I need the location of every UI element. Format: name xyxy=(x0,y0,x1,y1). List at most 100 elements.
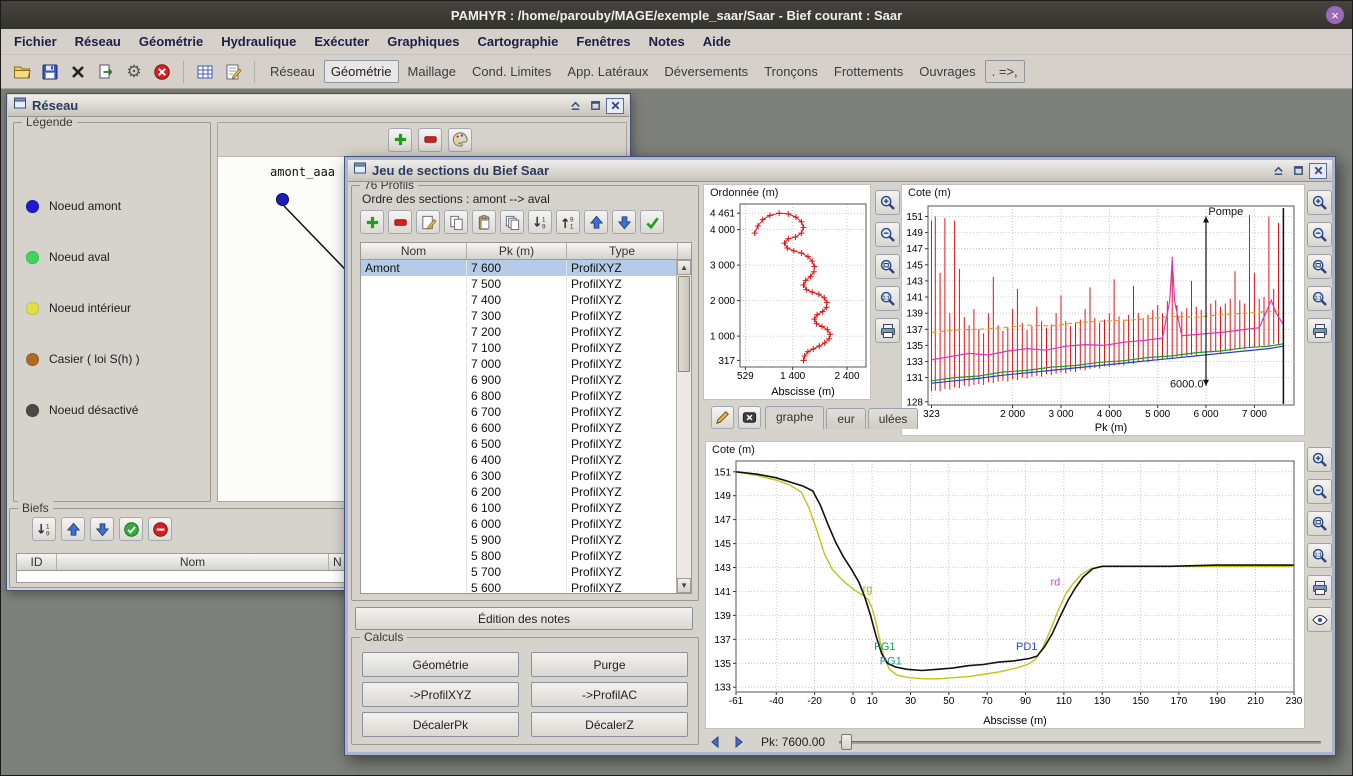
reseau-shade-button[interactable] xyxy=(566,98,584,114)
pk-slider-handle[interactable] xyxy=(841,734,852,750)
menu-hydraulique[interactable]: Hydraulique xyxy=(212,31,305,52)
calc-decalerpk-button[interactable]: DécalerPk xyxy=(362,712,519,737)
print-icon[interactable] xyxy=(1307,575,1332,600)
scrollbar-thumb[interactable] xyxy=(678,276,690,372)
add-icon[interactable] xyxy=(388,128,412,152)
biefs-column-id[interactable]: ID xyxy=(17,554,57,570)
table-row[interactable]: 7 200ProfilXYZ xyxy=(361,324,676,340)
toolbar-reseau-button[interactable]: Réseau xyxy=(263,60,322,83)
scrollbar-down-arrow[interactable]: ▼ xyxy=(677,578,691,593)
copy-icon[interactable] xyxy=(444,210,468,234)
sections-window-titlebar[interactable]: Jeu de sections du Bief Saar xyxy=(348,160,1332,182)
toolbar-deversements-button[interactable]: Déversements xyxy=(657,60,755,83)
window-titlebar[interactable]: PAMHYR : /home/parouby/MAGE/exemple_saar… xyxy=(1,1,1352,29)
move-up-icon[interactable] xyxy=(584,210,608,234)
grid-icon[interactable] xyxy=(192,59,218,85)
table-row[interactable]: 5 700ProfilXYZ xyxy=(361,564,676,580)
calc-decalerz-button[interactable]: DécalerZ xyxy=(531,712,688,737)
plan-view-chart[interactable]: 5291 4002 4004 4614 0003 0002 0001 00031… xyxy=(704,199,872,399)
apply-icon[interactable] xyxy=(640,210,664,234)
scrollbar-track[interactable] xyxy=(677,275,691,578)
table-row[interactable]: 6 800ProfilXYZ xyxy=(361,388,676,404)
biefs-column-nom[interactable]: Nom xyxy=(57,554,329,570)
zoom-original-icon[interactable]: 1:1 xyxy=(1307,543,1332,568)
table-row[interactable]: 5 800ProfilXYZ xyxy=(361,548,676,564)
edit-icon[interactable] xyxy=(416,210,440,234)
sort-descending-icon[interactable]: 19 xyxy=(528,210,552,234)
table-row[interactable]: 7 000ProfilXYZ xyxy=(361,356,676,372)
notes-icon[interactable] xyxy=(220,59,246,85)
menu-aide[interactable]: Aide xyxy=(694,31,740,52)
reseau-maximize-button[interactable] xyxy=(586,98,604,114)
table-row[interactable]: 7 300ProfilXYZ xyxy=(361,308,676,324)
table-row[interactable]: 7 500ProfilXYZ xyxy=(361,276,676,292)
sections-maximize-button[interactable] xyxy=(1289,163,1307,179)
long-profile-chart[interactable]: 3232 0003 0004 0005 0006 0007 0001511491… xyxy=(902,199,1306,435)
move-down-icon[interactable] xyxy=(612,210,636,234)
calc-profilxyz-button[interactable]: ->ProfilXYZ xyxy=(362,682,519,707)
zoom-in-icon[interactable] xyxy=(1307,447,1332,472)
print-icon[interactable] xyxy=(875,318,900,343)
table-row[interactable]: Amont7 600ProfilXYZ xyxy=(361,260,676,276)
toolbar-geometrie-button[interactable]: Géométrie xyxy=(324,60,399,83)
cross-section-chart[interactable]: -61-40-200103050709011013015017019021023… xyxy=(706,456,1304,728)
table-row[interactable]: 6 100ProfilXYZ xyxy=(361,500,676,516)
menu-fichier[interactable]: Fichier xyxy=(5,31,66,52)
duplicate-icon[interactable] xyxy=(500,210,524,234)
remove-icon[interactable] xyxy=(418,128,442,152)
add-icon[interactable] xyxy=(360,210,384,234)
calc-geometrie-button[interactable]: Géométrie xyxy=(362,652,519,677)
table-row[interactable]: 6 900ProfilXYZ xyxy=(361,372,676,388)
draw-mode-button[interactable] xyxy=(711,406,734,429)
visibility-icon[interactable] xyxy=(1307,607,1332,632)
paste-icon[interactable] xyxy=(472,210,496,234)
pk-slider-track[interactable] xyxy=(839,741,1321,744)
zoom-out-icon[interactable] xyxy=(875,222,900,247)
zoom-original-icon[interactable]: 1:1 xyxy=(875,286,900,311)
toolbar-maillage-button[interactable]: Maillage xyxy=(401,60,463,83)
tab-eur[interactable]: eur xyxy=(826,408,865,429)
toolbar-cond-limites-button[interactable]: Cond. Limites xyxy=(465,60,558,83)
toolbar-app-lateraux-button[interactable]: App. Latéraux xyxy=(560,60,655,83)
zoom-out-icon[interactable] xyxy=(1307,479,1332,504)
zoom-in-icon[interactable] xyxy=(1307,190,1332,215)
zoom-fit-icon[interactable] xyxy=(875,254,900,279)
remove-icon[interactable] xyxy=(388,210,412,234)
move-up-icon[interactable] xyxy=(61,517,85,541)
zoom-out-icon[interactable] xyxy=(1307,222,1332,247)
close-file-icon[interactable] xyxy=(65,59,91,85)
zoom-fit-icon[interactable] xyxy=(1307,254,1332,279)
menu-graphiques[interactable]: Graphiques xyxy=(378,31,468,52)
sort-descending-icon[interactable]: 19 xyxy=(32,517,56,541)
table-row[interactable]: 6 400ProfilXYZ xyxy=(361,452,676,468)
notes-edit-button[interactable]: Édition des notes xyxy=(355,607,693,630)
menu-fenetres[interactable]: Fenêtres xyxy=(567,31,639,52)
menu-executer[interactable]: Exécuter xyxy=(305,31,378,52)
zoom-in-icon[interactable] xyxy=(875,190,900,215)
table-row[interactable]: 6 500ProfilXYZ xyxy=(361,436,676,452)
palette-icon[interactable] xyxy=(448,128,472,152)
move-down-icon[interactable] xyxy=(90,517,114,541)
menu-reseau[interactable]: Réseau xyxy=(66,31,130,52)
table-row[interactable]: 7 100ProfilXYZ xyxy=(361,340,676,356)
table-row[interactable]: 5 900ProfilXYZ xyxy=(361,532,676,548)
table-row[interactable]: 6 000ProfilXYZ xyxy=(361,516,676,532)
print-icon[interactable] xyxy=(1307,318,1332,343)
settings-gear-icon[interactable]: ⚙ xyxy=(121,59,147,85)
table-row[interactable]: 7 400ProfilXYZ xyxy=(361,292,676,308)
table-row[interactable]: 6 700ProfilXYZ xyxy=(361,404,676,420)
sections-shade-button[interactable] xyxy=(1269,163,1287,179)
profils-column-type[interactable]: Type xyxy=(567,243,678,259)
toolbar-troncons-button[interactable]: Tronçons xyxy=(757,60,825,83)
profils-column-pk-m[interactable]: Pk (m) xyxy=(467,243,567,259)
menu-notes[interactable]: Notes xyxy=(640,31,694,52)
table-row[interactable]: 6 600ProfilXYZ xyxy=(361,420,676,436)
pk-slider[interactable] xyxy=(839,733,1325,751)
open-folder-icon[interactable] xyxy=(9,59,35,85)
menu-geometrie[interactable]: Géométrie xyxy=(130,31,212,52)
save-icon[interactable] xyxy=(37,59,63,85)
toolbar-frottements-button[interactable]: Frottements xyxy=(827,60,910,83)
profils-scrollbar[interactable]: ▲ ▼ xyxy=(676,260,691,593)
calc-profilac-button[interactable]: ->ProfilAC xyxy=(531,682,688,707)
table-row[interactable]: 5 600ProfilXYZ xyxy=(361,580,676,593)
